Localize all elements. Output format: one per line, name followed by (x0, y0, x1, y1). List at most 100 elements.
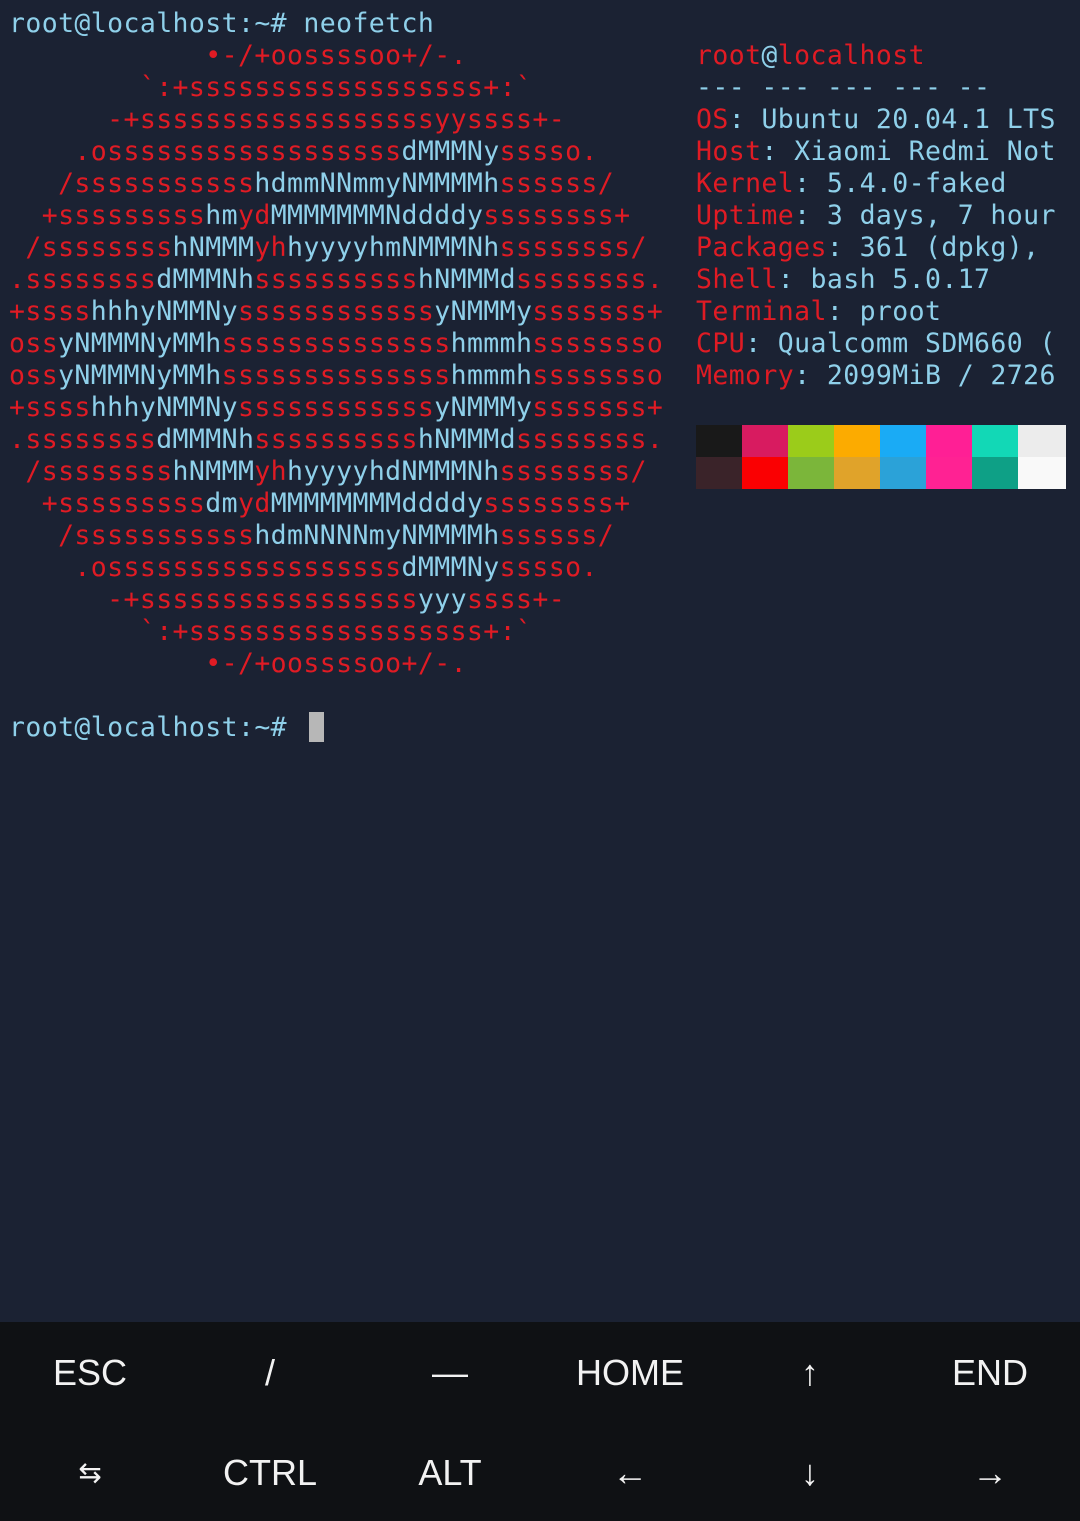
slash-key[interactable]: / (180, 1322, 360, 1424)
color-swatch (1018, 425, 1066, 457)
arrow-right-key[interactable]: → (900, 1424, 1080, 1521)
host-name: localhost (777, 40, 925, 71)
color-swatch (788, 425, 836, 457)
info-row-packages: Packages: 361 (dpkg), (696, 232, 1040, 263)
info-row-terminal: Terminal: proot (696, 296, 942, 327)
alt-key[interactable]: ALT (360, 1424, 540, 1521)
info-value: 3 days, 7 hour (826, 200, 1056, 231)
ascii-logo-line: /sssssssshNMMMyhhyyyyhmNMMMNhssssssss/ (9, 232, 647, 263)
color-palette (696, 425, 1066, 489)
ascii-logo-line: .ossssssssssssssssssdMMMNysssso. (9, 136, 598, 167)
info-key: CPU (696, 328, 746, 359)
terminal-screen[interactable]: root@localhost:~# neofetch •-/+oossssoo+… (0, 0, 1080, 1322)
info-value: proot (859, 296, 942, 327)
color-swatch (880, 425, 928, 457)
info-key: Uptime (696, 200, 795, 231)
info-value: 2099MiB / 2726 (826, 360, 1056, 391)
color-swatch (972, 457, 1020, 489)
info-key: Packages (696, 232, 827, 263)
color-swatch (742, 425, 790, 457)
info-value: 361 (dpkg), (859, 232, 1040, 263)
end-key[interactable]: END (900, 1322, 1080, 1424)
ascii-logo-line: ossyNMMMNyMMhsssssssssssssshmmmhssssssso (9, 360, 664, 391)
ascii-logo-line: •-/+oossssoo+/-. (9, 648, 467, 679)
info-row-cpu: CPU: Qualcomm SDM660 ( (696, 328, 1056, 359)
arrow-down-key-label: ↓ (801, 1451, 819, 1493)
ascii-logo-line: .ossssssssssssssssssdMMMNysssso. (9, 552, 598, 583)
ascii-logo-line: ossyNMMMNyMMhsssssssssssssshmmmhssssssso (9, 328, 664, 359)
info-row-host: Host: Xiaomi Redmi Not (696, 136, 1056, 167)
dash-key-label: — (432, 1352, 468, 1393)
ascii-logo-line: .ssssssssdMMMNhsssssssssshNMMMdssssssss. (9, 424, 664, 455)
info-row-kernel: Kernel: 5.4.0-faked (696, 168, 1007, 199)
info-value: 5.4.0-faked (826, 168, 1007, 199)
ctrl-key[interactable]: CTRL (180, 1424, 360, 1521)
color-swatch (1018, 457, 1066, 489)
command-line: root@localhost:~# neofetch (9, 8, 434, 40)
ascii-logo-line: -+sssssssssssssssssyyyssss+- (9, 584, 566, 615)
color-swatch (696, 425, 744, 457)
arrow-left-key[interactable]: ← (540, 1424, 720, 1521)
home-key-label: HOME (576, 1352, 684, 1393)
color-swatch (972, 425, 1020, 457)
arrow-left-key-label: ← (612, 1451, 648, 1493)
info-key: Memory (696, 360, 795, 391)
prompt: root@localhost:~# (9, 712, 304, 743)
info-key: Terminal (696, 296, 827, 327)
color-swatch (926, 425, 974, 457)
info-key: OS (696, 104, 729, 135)
ascii-logo-line: •-/+oossssoo+/-. (9, 40, 467, 71)
command-prompt: root@localhost:~# (9, 8, 304, 39)
info-key: Shell (696, 264, 778, 295)
ascii-logo-line: /ssssssssssshdmNNNNmyNMMMMhssssss/ (9, 520, 615, 551)
info-row-shell: Shell: bash 5.0.17 (696, 264, 991, 295)
ctrl-key-label: CTRL (222, 1451, 317, 1493)
end-key-label: END (951, 1352, 1028, 1393)
at-sign: @ (761, 40, 778, 71)
esc-key[interactable]: ESC (0, 1322, 180, 1424)
active-prompt-line[interactable]: root@localhost:~# (9, 712, 325, 744)
ascii-logo-line: +ssssssssshmydMMMMMMMNddddyssssssss+ (9, 200, 631, 231)
text-cursor (309, 712, 325, 742)
ascii-logo-line: +sssshhhyNMMNyssssssssssssyNMMMysssssss+ (9, 392, 664, 423)
ascii-logo-line: /sssssssshNMMMyhhyyyyhdNMMMNhssssssss/ (9, 456, 647, 487)
color-swatch (788, 457, 836, 489)
info-key: Kernel (696, 168, 795, 199)
info-value: Qualcomm SDM660 ( (777, 328, 1056, 359)
info-value: Xiaomi Redmi Not (794, 136, 1056, 167)
arrow-right-key-label: → (972, 1451, 1008, 1493)
info-row-os: OS: Ubuntu 20.04.1 LTS (696, 104, 1056, 135)
dash-key[interactable]: — (360, 1322, 540, 1424)
home-key[interactable]: HOME (540, 1322, 720, 1424)
info-value: Ubuntu 20.04.1 LTS (761, 104, 1056, 135)
user-host-title: root@localhost (696, 40, 925, 72)
info-key: Host (696, 136, 762, 167)
arrow-up-key-label: ↑ (801, 1352, 819, 1393)
color-swatch (834, 457, 882, 489)
ascii-logo-line: `:+ssssssssssssssssss+:` (9, 616, 533, 647)
esc-key-label: ESC (52, 1352, 128, 1393)
user-name: root (696, 40, 762, 71)
ascii-logo-line: -+ssssssssssssssssssyyssss+- (9, 104, 566, 135)
tab-arrows-icon: ⇆ (78, 1457, 102, 1488)
color-swatch (880, 457, 928, 489)
color-swatch (926, 457, 974, 489)
ascii-logo-line: /ssssssssssshdmmNNmmyNMMMMhssssss/ (9, 168, 615, 199)
color-swatch (696, 457, 744, 489)
color-swatch (834, 425, 882, 457)
title-separator: --- --- --- --- -- (696, 72, 991, 103)
ascii-logo-line: .ssssssssdMMMNhsssssssssshNMMMdssssssss. (9, 264, 664, 295)
ascii-logo-line: `:+ssssssssssssssssss+:` (9, 72, 533, 103)
info-row-uptime: Uptime: 3 days, 7 hour (696, 200, 1056, 231)
ascii-logo-line: +sssshhhyNMMNyssssssssssssyNMMMysssssss+ (9, 296, 664, 327)
arrow-down-key[interactable]: ↓ (720, 1424, 900, 1521)
arrow-up-key[interactable]: ↑ (720, 1322, 900, 1424)
alt-key-label: ALT (418, 1451, 482, 1493)
slash-key-label: / (264, 1352, 275, 1393)
color-swatch (742, 457, 790, 489)
info-row-memory: Memory: 2099MiB / 2726 (696, 360, 1056, 391)
ascii-logo-line: +sssssssssdmydMMMMMMMMddddyssssssss+ (9, 488, 631, 519)
tab-key[interactable]: ⇆ (0, 1424, 180, 1521)
info-value: bash 5.0.17 (810, 264, 991, 295)
command-text: neofetch (303, 8, 435, 39)
